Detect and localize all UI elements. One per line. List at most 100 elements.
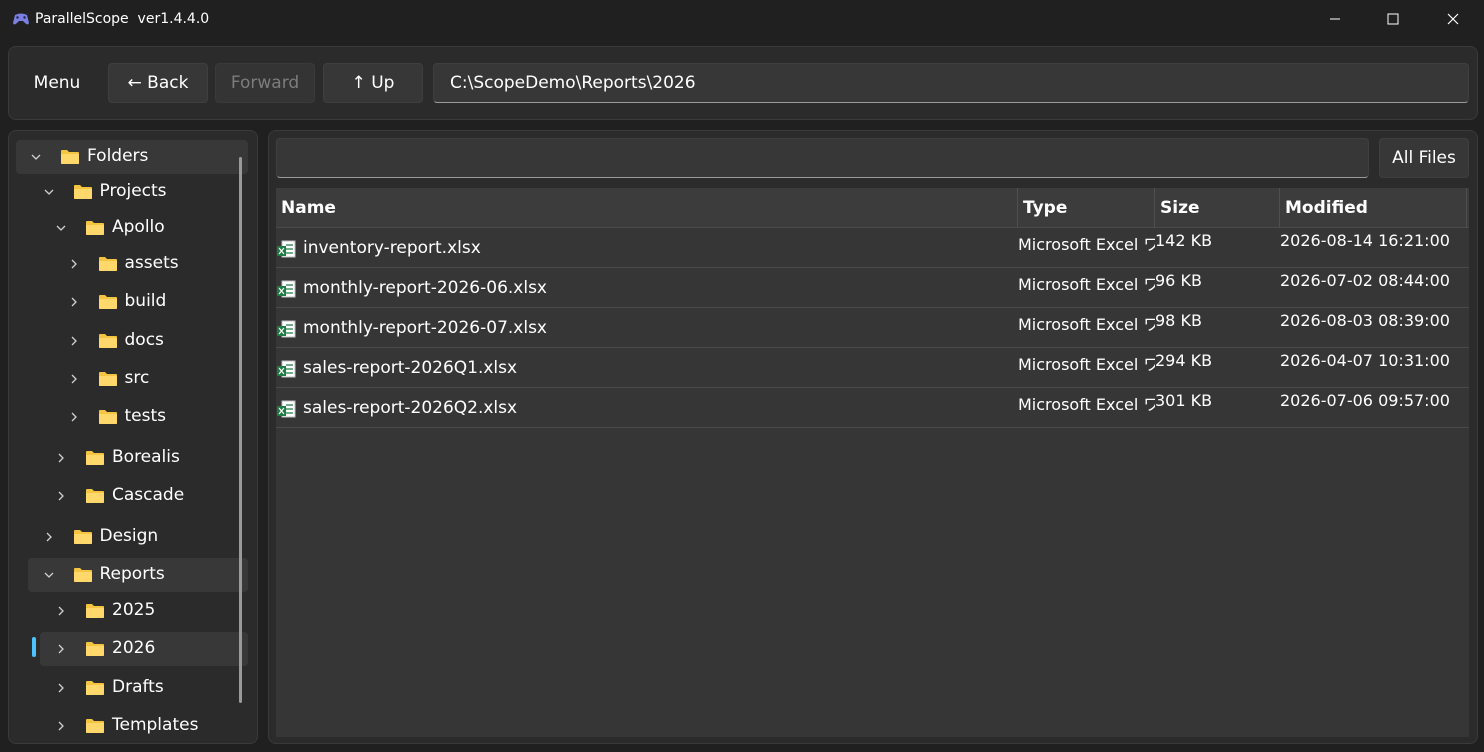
tree-item-label: src — [124, 368, 150, 388]
tree-item-label: tests — [124, 406, 167, 426]
folder-icon — [73, 530, 92, 544]
file-filter-button[interactable]: All Files — [1379, 138, 1469, 178]
folder-icon — [98, 372, 117, 386]
folder-icon — [73, 185, 92, 199]
file-size: 294 KB — [1155, 351, 1213, 370]
folder-icon — [98, 257, 117, 271]
file-size: 142 KB — [1155, 231, 1213, 250]
folder-icon — [61, 150, 79, 164]
file-name: sales-report-2026Q1.xlsx — [303, 358, 518, 378]
chevron-right-icon[interactable] — [55, 452, 67, 464]
file-grid: Name Type Size Modified inventory-report… — [276, 188, 1469, 737]
file-size: 96 KB — [1155, 271, 1202, 290]
column-header-size[interactable]: Size — [1155, 188, 1280, 228]
chevron-right-icon[interactable] — [68, 335, 80, 347]
file-modified: 2026-08-03 08:39:00 — [1280, 311, 1450, 330]
folder-icon — [86, 681, 104, 695]
forward-button[interactable]: Forward — [215, 63, 315, 103]
close-button[interactable] — [1424, 0, 1482, 40]
file-modified: 2026-08-14 16:21:00 — [1280, 231, 1450, 250]
tree-item-label: Cascade — [112, 485, 185, 505]
tree-item-label: Borealis — [112, 447, 180, 467]
tree-item-label: Design — [99, 526, 159, 546]
title-bar: ParallelScope ver1.4.4.0 — [0, 0, 1484, 40]
tree-item-label: 2025 — [112, 600, 156, 620]
chevron-right-icon[interactable] — [55, 605, 67, 617]
file-row[interactable]: monthly-report-2026-06.xlsx Microsoft Exc… — [276, 268, 1469, 308]
tree-item-label: docs — [124, 330, 164, 350]
minimize-icon — [1330, 18, 1340, 20]
column-header-type[interactable]: Type — [1018, 188, 1155, 228]
chevron-down-icon[interactable] — [55, 222, 67, 234]
excel-file-icon — [277, 320, 296, 338]
folder-icon — [73, 568, 92, 582]
tree-item-label: Projects — [99, 181, 167, 201]
tree-item-label: build — [124, 291, 167, 311]
tree-scrollbar[interactable] — [239, 157, 242, 703]
close-icon — [1447, 13, 1459, 25]
excel-file-icon — [277, 400, 296, 418]
folder-icon — [86, 489, 104, 503]
file-type: Microsoft Excel ワ — [1018, 235, 1155, 254]
file-type: Microsoft Excel ワ — [1018, 315, 1155, 334]
folder-icon — [86, 719, 104, 733]
chevron-right-icon[interactable] — [55, 490, 67, 502]
file-row[interactable]: monthly-report-2026-07.xlsx Microsoft Exc… — [276, 308, 1469, 348]
grid-header: Name Type Size Modified — [276, 188, 1469, 228]
file-modified: 2026-07-06 09:57:00 — [1280, 391, 1450, 410]
folder-icon — [86, 604, 104, 618]
folder-icon — [86, 451, 104, 465]
file-row[interactable]: sales-report-2026Q1.xlsx Microsoft Excel … — [276, 348, 1469, 388]
folder-icon — [86, 221, 104, 235]
file-size: 98 KB — [1155, 311, 1202, 330]
file-size: 301 KB — [1155, 391, 1213, 410]
file-name: sales-report-2026Q2.xlsx — [303, 398, 518, 418]
chevron-right-icon[interactable] — [68, 373, 80, 385]
tree-item-label: Folders — [87, 146, 149, 166]
file-type: Microsoft Excel ワ — [1018, 275, 1155, 294]
up-button[interactable]: ↑ Up — [323, 63, 423, 103]
maximize-icon — [1387, 13, 1399, 25]
file-name: monthly-report-2026-06.xlsx — [303, 278, 547, 298]
minimize-button[interactable] — [1306, 0, 1364, 40]
folder-icon — [86, 642, 104, 656]
app-logo-icon — [13, 13, 29, 25]
folder-icon — [98, 334, 117, 348]
chevron-down-icon[interactable] — [43, 569, 55, 581]
tree-item-label: Apollo — [112, 217, 165, 237]
chevron-right-icon[interactable] — [55, 682, 67, 694]
menu-button[interactable]: Menu — [23, 63, 91, 103]
excel-file-icon — [277, 360, 296, 378]
chevron-right-icon[interactable] — [68, 411, 80, 423]
chevron-right-icon[interactable] — [68, 296, 80, 308]
window-title: ParallelScope ver1.4.4.0 — [35, 11, 210, 27]
file-type: Microsoft Excel ワ — [1018, 395, 1155, 414]
search-input[interactable] — [276, 138, 1369, 178]
chevron-right-icon[interactable] — [55, 720, 67, 732]
chevron-right-icon[interactable] — [68, 258, 80, 270]
tree-item-label: Reports — [99, 564, 165, 584]
maximize-button[interactable] — [1364, 0, 1422, 40]
file-name: inventory-report.xlsx — [303, 238, 481, 258]
tree-item-label: Templates — [112, 715, 199, 735]
excel-file-icon — [277, 280, 296, 298]
file-type: Microsoft Excel ワ — [1018, 355, 1155, 374]
folder-icon — [98, 410, 117, 424]
file-modified: 2026-07-02 08:44:00 — [1280, 271, 1450, 290]
back-button[interactable]: ← Back — [108, 63, 208, 103]
column-header-name[interactable]: Name — [276, 188, 1018, 228]
chevron-right-icon[interactable] — [43, 531, 55, 543]
file-modified: 2026-04-07 10:31:00 — [1280, 351, 1450, 370]
tree-item-label: 2026 — [112, 638, 156, 658]
path-input[interactable]: C:\ScopeDemo\Reports\2026 — [433, 63, 1469, 103]
column-header-modified[interactable]: Modified — [1280, 188, 1467, 228]
tree-item-label: Drafts — [112, 677, 164, 697]
toolbar: Menu ← Back Forward ↑ Up C:\ScopeDemo\Re… — [8, 46, 1478, 120]
chevron-right-icon[interactable] — [55, 643, 67, 655]
file-row[interactable]: inventory-report.xlsx Microsoft Excel ワ 14… — [276, 228, 1469, 268]
chevron-down-icon[interactable] — [43, 186, 55, 198]
file-row[interactable]: sales-report-2026Q2.xlsx Microsoft Excel … — [276, 388, 1469, 428]
excel-file-icon — [277, 240, 296, 258]
chevron-down-icon[interactable] — [30, 151, 42, 163]
tree-item-label: assets — [124, 253, 179, 273]
